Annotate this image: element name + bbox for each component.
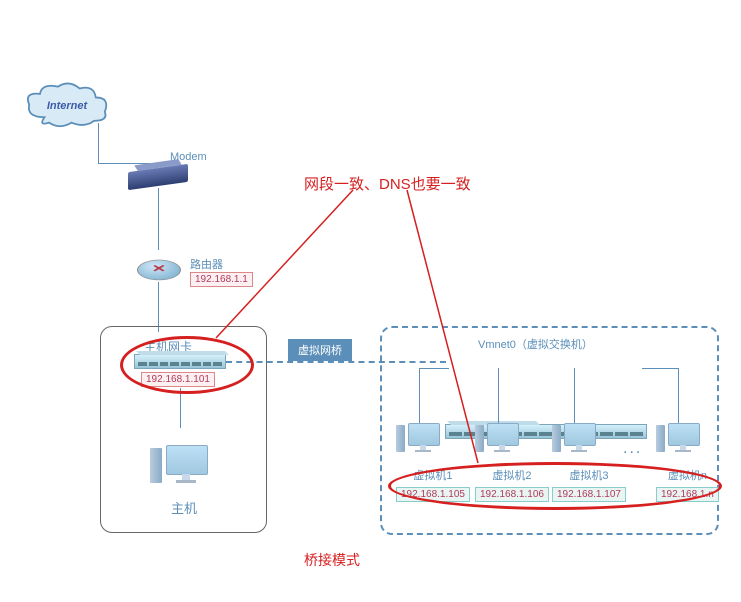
vm-ellipsis: ...: [623, 440, 642, 458]
computer-icon: [396, 423, 441, 465]
computer-icon: [475, 423, 520, 465]
link-vm3: [574, 368, 575, 423]
internet-label: Internet: [47, 100, 87, 112]
annotation-text: 网段一致、DNS也要一致: [304, 173, 471, 194]
host-pc: [150, 445, 210, 500]
link-vm2: [498, 368, 499, 423]
computer-icon: [552, 423, 597, 465]
router: ✕: [137, 252, 181, 288]
modem: [128, 168, 188, 186]
modem-icon: [128, 164, 188, 190]
virtual-bridge-label: 虚拟网桥: [288, 339, 352, 361]
router-ip: 192.168.1.1: [190, 272, 253, 287]
link-vmn: [678, 368, 679, 423]
link-modem-router: [158, 188, 159, 250]
vswitch-label: Vmnet0（虚拟交换机）: [478, 336, 593, 352]
link-vm1b: [419, 368, 449, 369]
host-label: 主机: [171, 498, 197, 517]
link-cloud-modem: [98, 123, 99, 163]
highlight-vm-ips: [388, 462, 722, 510]
highlight-host-nic: [120, 336, 254, 394]
router-label: 路由器: [190, 256, 223, 272]
link-vmnb: [642, 368, 678, 369]
link-vm1: [419, 368, 420, 423]
modem-label: Modem: [170, 151, 207, 163]
diagram-title: 桥接模式: [304, 550, 360, 570]
link-nic-pc: [180, 388, 181, 428]
computer-icon: [656, 423, 701, 465]
link-router-host: [158, 282, 159, 332]
router-icon: ✕: [137, 260, 181, 281]
